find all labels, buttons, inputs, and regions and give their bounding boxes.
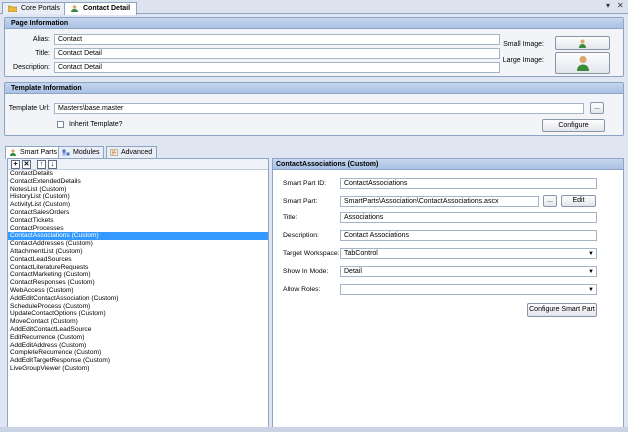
list-item[interactable]: AddEditTargetResponse (Custom) <box>8 357 268 365</box>
list-item[interactable]: NotesList (Custom) <box>8 186 268 194</box>
folder-icon <box>8 5 17 12</box>
small-image-button[interactable] <box>555 36 610 50</box>
modules-icon <box>62 149 70 156</box>
list-item[interactable]: ContactLiteratureRequests <box>8 264 268 272</box>
contact-icon <box>579 39 586 48</box>
close-icon[interactable]: ✕ <box>617 1 624 11</box>
show-in-mode-select[interactable]: Detail ▼ <box>340 266 597 277</box>
template-url-input[interactable]: Masters\base.master <box>54 103 584 114</box>
document-tab-strip: Core Portals Contact Detail ▾ ✕ <box>0 0 628 15</box>
list-item[interactable]: ContactTickets <box>8 217 268 225</box>
list-item[interactable]: WebAccess (Custom) <box>8 287 268 295</box>
list-item[interactable]: MoveContact (Custom) <box>8 318 268 326</box>
list-item[interactable]: ContactDetails <box>8 170 268 178</box>
select-value: TabControl <box>344 250 378 257</box>
tab-label: Advanced <box>121 149 153 156</box>
list-item[interactable]: LiveGroupViewer (Custom) <box>8 365 268 373</box>
description-label: Description: <box>283 232 319 239</box>
smart-part-input[interactable]: SmartParts\Association\ContactAssociatio… <box>340 196 539 207</box>
title-label: Title: <box>283 214 298 221</box>
smart-parts-list-pane: + ✕ ↑ ↓ ContactDetails ContactExtendedDet… <box>7 158 269 428</box>
remove-icon[interactable]: ✕ <box>22 160 31 169</box>
target-workspace-label: Target Workspace: <box>283 250 340 257</box>
contact-icon <box>71 5 78 12</box>
alias-input[interactable]: Contact <box>54 34 500 45</box>
list-item[interactable]: HistoryList (Custom) <box>8 193 268 201</box>
list-item[interactable]: ActivityList (Custom) <box>8 201 268 209</box>
title-input[interactable]: Associations <box>340 212 597 223</box>
show-in-mode-label: Show In Mode: <box>283 268 329 275</box>
tab-label: Modules <box>73 149 100 156</box>
tab-label: Contact Detail <box>83 5 131 12</box>
tab-label: Core Portals <box>21 5 60 12</box>
list-item[interactable]: AddEditContactAssociation (Custom) <box>8 295 268 303</box>
settings-icon <box>110 149 118 156</box>
move-up-icon[interactable]: ↑ <box>37 160 46 169</box>
list-item[interactable]: ContactAddresses (Custom) <box>8 240 268 248</box>
detail-header: ContactAssociations (Custom) <box>273 159 623 170</box>
contact-icon <box>10 149 16 156</box>
chevron-down-icon: ▼ <box>588 269 594 275</box>
smart-parts-tab-strip: Smart Parts Modules Advanced <box>3 146 627 159</box>
list-item[interactable]: AttachmentList (Custom) <box>8 248 268 256</box>
description-label: Description: <box>13 64 50 71</box>
list-item[interactable]: ContactAssociations (Custom) <box>8 232 268 241</box>
large-image-button[interactable] <box>555 52 610 74</box>
template-url-label: Template Url: <box>8 105 50 112</box>
smart-part-label: Smart Part: <box>283 198 318 205</box>
select-value: Detail <box>344 268 362 275</box>
list-item[interactable]: UpdateContactOptions (Custom) <box>8 310 268 318</box>
move-down-icon[interactable]: ↓ <box>48 160 57 169</box>
contact-icon <box>576 56 589 71</box>
tab-advanced[interactable]: Advanced <box>106 146 158 158</box>
tab-core-portals[interactable]: Core Portals <box>2 2 67 14</box>
configure-template-button[interactable]: Configure <box>542 119 605 132</box>
configure-smart-part-button[interactable]: Configure Smart Part <box>527 303 597 317</box>
list-toolbar: + ✕ ↑ ↓ <box>8 159 268 170</box>
small-image-label: Small Image: <box>503 41 544 48</box>
smart-part-id-label: Smart Part ID: <box>283 180 327 187</box>
list-item[interactable]: ContactLeadSources <box>8 256 268 264</box>
smart-part-browse-button[interactable]: ... <box>543 195 557 207</box>
allow-roles-select[interactable]: ▼ <box>340 284 597 295</box>
list-item[interactable]: CompleteRecurrence (Custom) <box>8 349 268 357</box>
list-item[interactable]: ContactSalesOrders <box>8 209 268 217</box>
smart-part-edit-button[interactable]: Edit <box>561 195 596 207</box>
inherit-template-checkbox[interactable] <box>57 121 64 128</box>
alias-label: Alias: <box>32 36 50 43</box>
list-item[interactable]: ContactResponses (Custom) <box>8 279 268 287</box>
group-header: Template Information <box>5 83 623 94</box>
list-item[interactable]: AddEditAddress (Custom) <box>8 342 268 350</box>
list-item[interactable]: ContactExtendedDetails <box>8 178 268 186</box>
tab-contact-detail[interactable]: Contact Detail <box>64 2 138 15</box>
tab-list-dropdown-icon[interactable]: ▾ <box>606 1 610 11</box>
description-input[interactable]: Contact Detail <box>54 62 500 73</box>
add-icon[interactable]: + <box>11 160 20 169</box>
status-strip <box>0 427 628 432</box>
list-item[interactable]: ContactProcesses <box>8 225 268 233</box>
list-item[interactable]: AddEditContactLeadSource <box>8 326 268 334</box>
list-item[interactable]: EditRecurrence (Custom) <box>8 334 268 342</box>
description-input[interactable]: Contact Associations <box>340 230 597 241</box>
chevron-down-icon: ▼ <box>588 251 594 257</box>
smart-parts-list: ContactDetails ContactExtendedDetails Note… <box>8 170 268 373</box>
smart-part-id-input[interactable]: ContactAssociations <box>340 178 597 189</box>
title-input[interactable]: Contact Detail <box>54 48 500 59</box>
allow-roles-label: Allow Roles: <box>283 286 321 293</box>
tab-label: Smart Parts <box>20 149 57 156</box>
list-item[interactable]: ScheduleProcess (Custom) <box>8 303 268 311</box>
group-header: Page Information <box>5 18 623 29</box>
chevron-down-icon: ▼ <box>588 287 594 293</box>
tab-modules[interactable]: Modules <box>58 146 105 158</box>
title-label: Title: <box>35 50 50 57</box>
list-item[interactable]: ContactMarketing (Custom) <box>8 271 268 279</box>
inherit-template-label: Inherit Template? <box>69 121 123 128</box>
large-image-label: Large Image: <box>502 57 544 64</box>
template-browse-button[interactable]: ... <box>590 102 604 114</box>
target-workspace-select[interactable]: TabControl ▼ <box>340 248 597 259</box>
